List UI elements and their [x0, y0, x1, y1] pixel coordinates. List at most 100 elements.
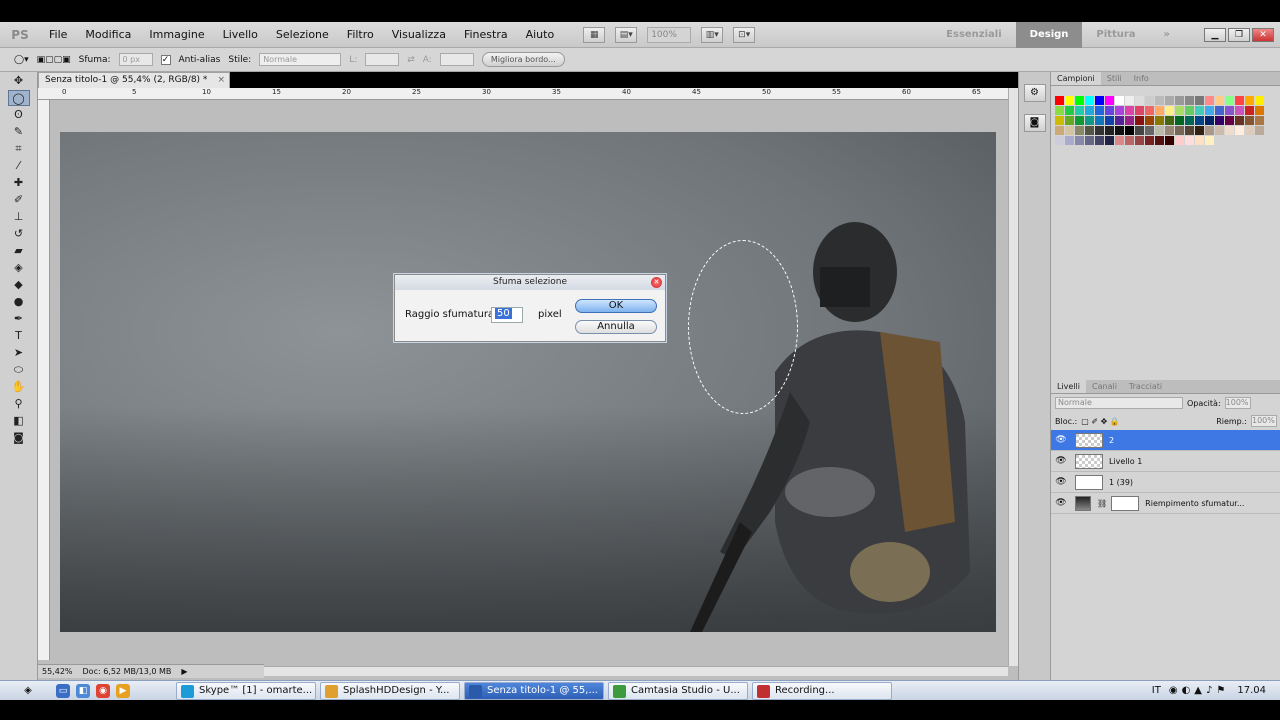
color-swatch[interactable] — [1065, 96, 1074, 105]
screen-mode-icon[interactable]: ⊡▾ — [733, 26, 756, 43]
color-swatch[interactable] — [1055, 96, 1064, 105]
crop-tool-icon[interactable]: ⌗ — [8, 141, 30, 157]
color-swatch[interactable] — [1235, 116, 1244, 125]
menu-visualizza[interactable]: Visualizza — [383, 28, 455, 41]
status-zoom[interactable]: 55,42% — [42, 667, 73, 676]
color-swatch[interactable] — [1135, 106, 1144, 115]
eraser-tool-icon[interactable]: ▰ — [8, 243, 30, 259]
blur-tool-icon[interactable]: ◆ — [8, 277, 30, 293]
arrange-documents-icon[interactable]: ▥▾ — [701, 26, 724, 43]
ok-button[interactable]: OK — [575, 299, 657, 313]
color-swatch[interactable] — [1145, 96, 1154, 105]
color-swatch[interactable] — [1105, 106, 1114, 115]
media-player-icon[interactable]: ▶ — [116, 683, 130, 698]
tab-info[interactable]: Info — [1128, 72, 1155, 85]
color-swatch[interactable] — [1205, 136, 1214, 145]
close-icon[interactable]: ✕ — [1252, 27, 1274, 42]
color-swatch[interactable] — [1245, 126, 1254, 135]
menu-file[interactable]: File — [40, 28, 76, 41]
elliptical-selection-marquee[interactable] — [688, 240, 798, 414]
taskbar-item[interactable]: Recording... — [752, 681, 892, 700]
color-swatch[interactable] — [1225, 106, 1234, 115]
color-swatch[interactable] — [1205, 126, 1214, 135]
clone-stamp-tool-icon[interactable]: ⊥ — [8, 209, 30, 225]
layer-row[interactable]: 👁 Livello 1 — [1051, 451, 1280, 472]
height-input[interactable] — [439, 53, 474, 66]
color-swatch[interactable] — [1245, 106, 1254, 115]
hand-tool-icon[interactable]: ✋ — [8, 379, 30, 395]
eyedropper-tool-icon[interactable]: ⁄ — [8, 158, 30, 174]
taskbar-item[interactable]: Senza titolo-1 @ 55,... — [464, 681, 604, 700]
color-swatch[interactable] — [1075, 136, 1084, 145]
color-swatch[interactable] — [1225, 126, 1234, 135]
menu-selezione[interactable]: Selezione — [267, 28, 338, 41]
color-swatch[interactable] — [1095, 136, 1104, 145]
color-swatch[interactable] — [1055, 116, 1064, 125]
color-swatch[interactable] — [1145, 106, 1154, 115]
color-swatch[interactable] — [1145, 116, 1154, 125]
cancel-button[interactable]: Annulla — [575, 320, 657, 334]
color-swatch[interactable] — [1185, 106, 1194, 115]
lock-icons[interactable]: ▢ ✐ ✥ 🔒 — [1081, 417, 1120, 426]
color-swatch[interactable] — [1085, 106, 1094, 115]
color-swatch[interactable] — [1195, 136, 1204, 145]
style-select[interactable]: Normale — [259, 53, 342, 66]
color-swatch[interactable] — [1165, 96, 1174, 105]
color-swatch[interactable] — [1105, 116, 1114, 125]
color-swatch[interactable] — [1165, 126, 1174, 135]
workspace-design[interactable]: Design — [1015, 21, 1083, 48]
show-desktop-icon[interactable]: ▭ — [56, 683, 70, 698]
explorer-icon[interactable]: ◧ — [76, 683, 90, 698]
color-swatch[interactable] — [1095, 116, 1104, 125]
color-swatch[interactable] — [1135, 126, 1144, 135]
brush-tool-icon[interactable]: ✐ — [8, 192, 30, 208]
color-swatch[interactable] — [1195, 116, 1204, 125]
tab-stili[interactable]: Stili — [1101, 72, 1128, 85]
taskbar-item[interactable]: SplashHDDesign - Y... — [320, 681, 460, 700]
color-swatch[interactable] — [1125, 96, 1134, 105]
clock[interactable]: 17.04 — [1237, 685, 1266, 696]
color-swatch[interactable] — [1255, 106, 1264, 115]
color-swatch[interactable] — [1165, 106, 1174, 115]
color-swatch[interactable] — [1075, 106, 1084, 115]
color-swatch[interactable] — [1085, 96, 1094, 105]
color-swatch[interactable] — [1115, 126, 1124, 135]
color-swatch[interactable] — [1255, 116, 1264, 125]
feather-input[interactable]: 0 px — [118, 53, 153, 66]
color-swatch[interactable] — [1135, 116, 1144, 125]
menu-immagine[interactable]: Immagine — [140, 28, 213, 41]
dialog-title-bar[interactable]: Sfuma selezione ✕ — [395, 275, 665, 290]
language-indicator[interactable]: IT — [1152, 685, 1161, 696]
chrome-icon[interactable]: ◉ — [96, 683, 110, 698]
color-swatch[interactable] — [1205, 96, 1214, 105]
color-swatch[interactable] — [1115, 96, 1124, 105]
color-swatch[interactable] — [1175, 106, 1184, 115]
width-input[interactable] — [365, 53, 400, 66]
paint-bucket-tool-icon[interactable]: ◈ — [8, 260, 30, 276]
color-swatch[interactable] — [1165, 116, 1174, 125]
color-swatch[interactable] — [1065, 126, 1074, 135]
view-extras-icon[interactable]: ▤▾ — [615, 26, 638, 43]
healing-brush-tool-icon[interactable]: ✚ — [8, 175, 30, 191]
color-swatch[interactable] — [1145, 136, 1154, 145]
elliptical-marquee-preset-icon[interactable]: ◯▾ — [14, 55, 29, 65]
dodge-tool-icon[interactable]: ● — [8, 294, 30, 310]
status-menu-icon[interactable]: ▶ — [181, 667, 187, 676]
opacity-input[interactable]: 100% — [1224, 397, 1251, 409]
color-swatch[interactable] — [1075, 116, 1084, 125]
color-swatch[interactable] — [1135, 136, 1144, 145]
ellipse-shape-tool-icon[interactable]: ⬭ — [8, 362, 30, 378]
color-swatch[interactable] — [1125, 106, 1134, 115]
color-swatch[interactable] — [1055, 106, 1064, 115]
menu-aiuto[interactable]: Aiuto — [517, 28, 564, 41]
workspace-essenziali[interactable]: Essenziali — [932, 22, 1016, 48]
color-swatch[interactable] — [1125, 126, 1134, 135]
color-swatch[interactable] — [1245, 96, 1254, 105]
color-swatch[interactable] — [1165, 136, 1174, 145]
menu-finestra[interactable]: Finestra — [455, 28, 517, 41]
color-swatch[interactable] — [1155, 116, 1164, 125]
path-selection-tool-icon[interactable]: ➤ — [8, 345, 30, 361]
workspace-pittura[interactable]: Pittura — [1082, 22, 1149, 48]
tab-livelli[interactable]: Livelli — [1051, 380, 1087, 393]
visibility-eye-icon[interactable]: 👁 — [1051, 456, 1071, 466]
